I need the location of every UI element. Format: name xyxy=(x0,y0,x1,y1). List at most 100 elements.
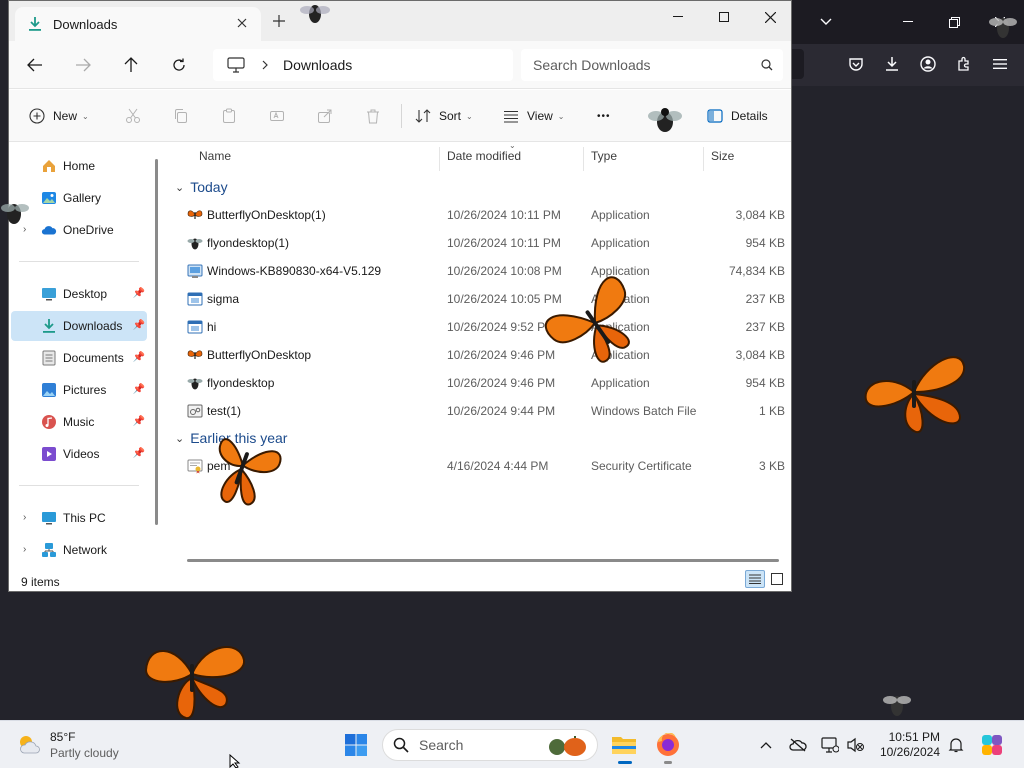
search-icon xyxy=(393,737,409,753)
cut-icon[interactable] xyxy=(123,106,143,126)
new-tab-plus-icon[interactable] xyxy=(271,13,287,29)
pocket-icon[interactable] xyxy=(846,54,866,74)
browser-url-bar[interactable] xyxy=(792,49,804,79)
notification-bell-icon[interactable] xyxy=(946,735,966,755)
copy-icon[interactable] xyxy=(171,106,191,126)
pin-icon: 📌 xyxy=(132,416,145,427)
sidebar-item-documents[interactable]: Documents 📌 xyxy=(11,343,147,373)
sidebar-item-downloads[interactable]: Downloads 📌 xyxy=(11,311,147,341)
search-input[interactable]: Search Downloads xyxy=(521,49,783,81)
show-hidden-icons-chevron-icon[interactable] xyxy=(756,735,776,755)
tab-downloads[interactable]: Downloads xyxy=(15,7,261,41)
plus-circle-icon xyxy=(29,108,45,124)
delete-trash-icon[interactable] xyxy=(363,106,383,126)
volume-muted-icon[interactable] xyxy=(846,735,866,755)
sidebar-item-onedrive[interactable]: › OneDrive xyxy=(11,215,147,245)
nav-pane-scrollbar[interactable] xyxy=(155,159,158,525)
expand-chevron-icon[interactable]: › xyxy=(23,544,26,555)
browser-restore-button[interactable] xyxy=(944,12,964,32)
sidebar-label: Videos xyxy=(63,447,100,461)
start-button[interactable] xyxy=(342,731,370,759)
close-tab-icon[interactable] xyxy=(235,16,249,30)
tiles-view-button[interactable] xyxy=(767,570,787,588)
rename-icon[interactable] xyxy=(267,106,287,126)
column-divider[interactable] xyxy=(583,147,584,171)
file-type: Application xyxy=(591,264,650,278)
file-type: Application xyxy=(591,236,650,250)
file-size: 74,834 KB xyxy=(728,264,785,278)
group-header-earlier[interactable]: ⌄ Earlier this year xyxy=(175,430,287,446)
column-header-date-modified[interactable]: Date modified xyxy=(447,149,521,163)
downloads-icon xyxy=(29,17,41,31)
account-icon[interactable] xyxy=(918,54,938,74)
paste-icon[interactable] xyxy=(219,106,239,126)
column-header-type[interactable]: Type xyxy=(591,149,617,163)
details-view-button[interactable] xyxy=(745,570,765,588)
menu-hamburger-icon[interactable] xyxy=(990,54,1010,74)
expand-chevron-icon[interactable]: › xyxy=(23,224,26,235)
file-date-modified: 10/26/2024 10:05 PM xyxy=(447,292,562,306)
sidebar-item-home[interactable]: Home xyxy=(11,151,147,181)
butterfly-icon xyxy=(187,207,203,223)
sort-button[interactable]: Sort ⌄ xyxy=(415,106,473,126)
weather-widget[interactable]: 85°F Partly cloudy xyxy=(16,729,119,761)
column-header-size[interactable]: Size xyxy=(711,149,734,163)
sidebar-item-pictures[interactable]: Pictures 📌 xyxy=(11,375,147,405)
details-pane-button[interactable]: Details xyxy=(707,106,768,126)
expand-chevron-icon[interactable]: › xyxy=(23,512,26,523)
breadcrumb-downloads[interactable]: Downloads xyxy=(283,57,352,73)
more-options-button[interactable]: ••• xyxy=(597,106,611,126)
file-row[interactable]: sigma 10/26/2024 10:05 PM Application 237 K… xyxy=(165,285,791,313)
share-icon[interactable] xyxy=(315,106,335,126)
taskbar: 85°F Partly cloudy Search 10:51 PM 10/26… xyxy=(0,720,1024,768)
forward-arrow-icon[interactable] xyxy=(73,55,93,75)
file-explorer-taskbar-icon[interactable] xyxy=(610,731,638,759)
pin-icon: 📌 xyxy=(132,352,145,363)
copilot-icon[interactable] xyxy=(980,733,1004,757)
firefox-taskbar-icon[interactable] xyxy=(654,731,682,759)
download-icon[interactable] xyxy=(882,54,902,74)
sidebar-item-network[interactable]: › Network xyxy=(11,535,147,565)
group-header-today[interactable]: ⌄ Today xyxy=(175,179,228,195)
file-row[interactable]: ButterflyOnDesktop(1) 10/26/2024 10:11 PM… xyxy=(165,201,791,229)
extensions-icon[interactable] xyxy=(954,54,974,74)
view-button[interactable]: View ⌄ xyxy=(503,106,565,126)
file-size: 954 KB xyxy=(745,376,785,390)
horizontal-scrollbar[interactable] xyxy=(187,559,779,562)
sidebar-item-this-pc[interactable]: › This PC xyxy=(11,503,147,533)
sidebar-item-videos[interactable]: Videos 📌 xyxy=(11,439,147,469)
collapse-chevron-icon[interactable]: ⌄ xyxy=(175,181,184,194)
close-window-button[interactable] xyxy=(747,5,793,29)
group-title: Today xyxy=(190,179,228,195)
up-arrow-icon[interactable] xyxy=(121,55,141,75)
sidebar-item-desktop[interactable]: Desktop 📌 xyxy=(11,279,147,309)
column-header-name[interactable]: Name xyxy=(199,149,231,163)
maximize-button[interactable] xyxy=(701,5,747,29)
file-row[interactable]: pem 4/16/2024 4:44 PM Security Certificate… xyxy=(165,452,791,480)
onedrive-offline-icon[interactable] xyxy=(788,735,808,755)
system-clock[interactable]: 10:51 PM 10/26/2024 xyxy=(876,730,940,760)
list-all-tabs-chevron-icon[interactable] xyxy=(816,12,836,32)
collapse-chevron-icon[interactable]: ⌄ xyxy=(175,432,184,445)
sidebar-item-gallery[interactable]: Gallery xyxy=(11,183,147,213)
file-row[interactable]: hi 10/26/2024 9:52 PM Application 237 KB xyxy=(165,313,791,341)
network-display-icon[interactable] xyxy=(820,735,840,755)
file-row[interactable]: Windows-KB890830-x64-V5.129 10/26/2024 10… xyxy=(165,257,791,285)
new-button[interactable]: New ⌄ xyxy=(29,106,89,126)
breadcrumb-chevron-icon[interactable] xyxy=(261,60,269,70)
file-row[interactable]: flyondesktop(1) 10/26/2024 10:11 PM Applic… xyxy=(165,229,791,257)
file-row[interactable]: flyondesktop 10/26/2024 9:46 PM Applicatio… xyxy=(165,369,791,397)
back-arrow-icon[interactable] xyxy=(25,55,45,75)
refresh-icon[interactable] xyxy=(169,55,189,75)
column-divider[interactable] xyxy=(439,147,440,171)
file-row[interactable]: test(1) 10/26/2024 9:44 PM Windows Batch F… xyxy=(165,397,791,425)
minimize-button[interactable] xyxy=(655,5,701,29)
file-row[interactable]: ButterflyOnDesktop 10/26/2024 9:46 PM Appl… xyxy=(165,341,791,369)
browser-minimize-button[interactable] xyxy=(898,12,918,32)
sidebar-item-music[interactable]: Music 📌 xyxy=(11,407,147,437)
address-path-box[interactable]: Downloads xyxy=(213,49,513,81)
taskbar-search-box[interactable]: Search xyxy=(382,729,598,761)
browser-close-button[interactable] xyxy=(990,12,1010,32)
column-divider[interactable] xyxy=(703,147,704,171)
weather-condition: Partly cloudy xyxy=(50,746,119,760)
